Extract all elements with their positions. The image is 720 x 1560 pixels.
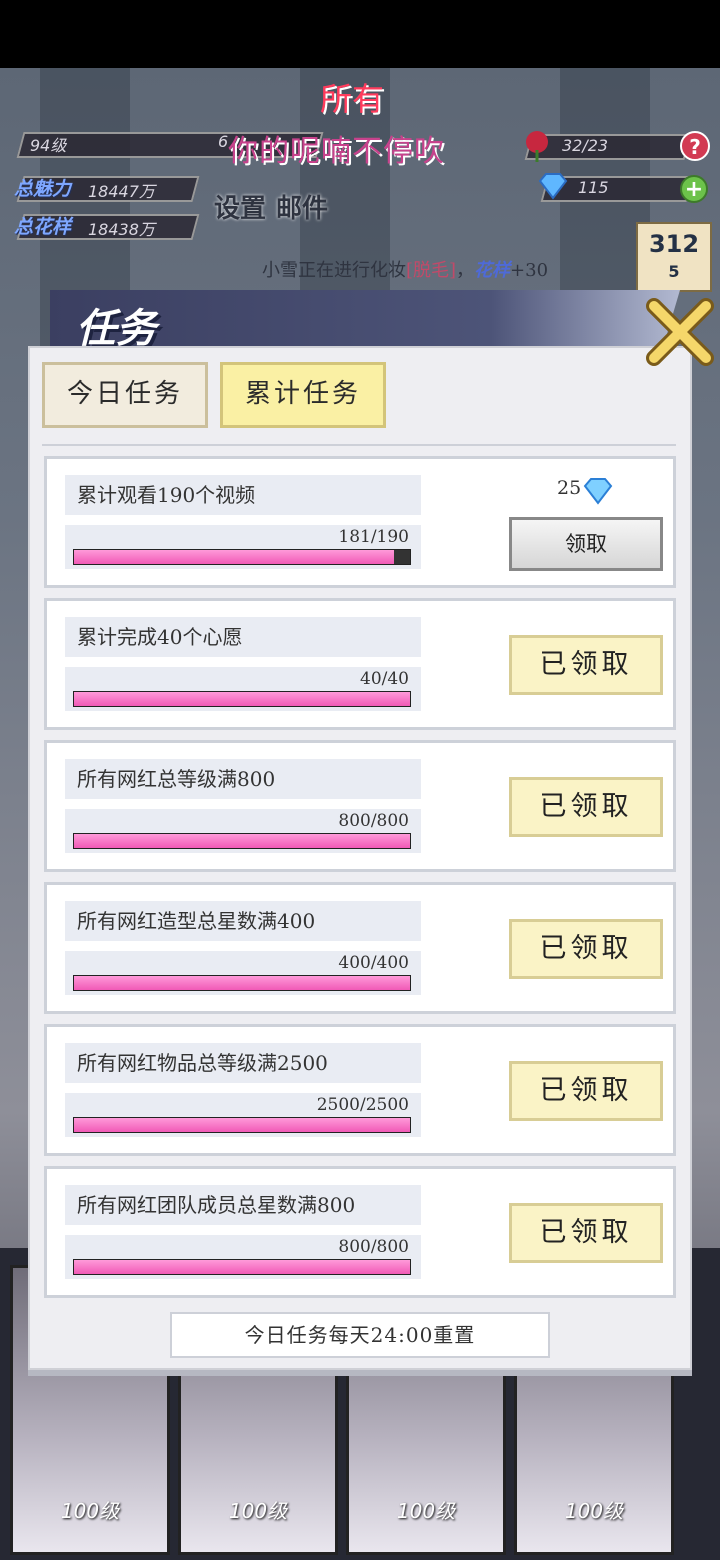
help-button[interactable]: ?	[680, 131, 710, 161]
progress-bar	[73, 691, 411, 707]
pattern-label: 总花样	[14, 216, 72, 238]
task-progress: 400/400	[65, 951, 421, 995]
news-stat-value: +30	[510, 260, 549, 281]
progress-fill	[74, 692, 410, 706]
task-row: 所有网红物品总等级满2500 2500/2500 已领取	[44, 1024, 676, 1156]
pattern-value: 18438万	[88, 220, 155, 239]
status-bar	[0, 0, 720, 68]
reset-note: 今日任务每天24:00重置	[170, 1312, 550, 1358]
news-stat-label: 花样	[474, 260, 511, 281]
close-icon[interactable]	[644, 296, 716, 368]
task-row: 累计观看190个视频 181/190 25 领取	[44, 456, 676, 588]
marquee-line-1: 所有	[320, 80, 385, 118]
task-progress: 800/800	[65, 1235, 421, 1279]
claimed-button[interactable]: 已领取	[509, 635, 663, 695]
progress-bar	[73, 1259, 411, 1275]
progress-bar	[73, 549, 411, 565]
task-row: 所有网红总等级满800 800/800 已领取	[44, 740, 676, 872]
task-progress: 2500/2500	[65, 1093, 421, 1137]
progress-fill	[74, 1260, 410, 1274]
progress-bar	[73, 975, 411, 991]
task-name: 所有网红物品总等级满2500	[65, 1043, 421, 1083]
claimed-button[interactable]: 已领取	[509, 1203, 663, 1263]
marquee-line-2: 你的呢喃不停吹	[228, 134, 445, 169]
progress-fill	[74, 550, 395, 564]
reward-amount: 25	[557, 477, 582, 499]
task-name: 累计完成40个心愿	[65, 617, 421, 657]
task-progress: 40/40	[65, 667, 421, 711]
rose-icon	[526, 131, 548, 162]
divider	[42, 444, 676, 446]
progress-text: 2500/2500	[316, 1095, 409, 1115]
tab-daily-tasks[interactable]: 今日任务	[42, 362, 208, 428]
progress-fill	[74, 834, 410, 848]
news-ticker: 小雪正在进行化妆[脱毛]，花样+30	[262, 260, 549, 281]
task-progress: 181/190	[65, 525, 421, 569]
character-level: 100级	[228, 1499, 288, 1523]
progress-text: 800/800	[338, 1237, 409, 1257]
exp-text: 6	[218, 132, 229, 151]
task-name: 所有网红总等级满800	[65, 759, 421, 799]
task-row: 累计完成40个心愿 40/40 已领取	[44, 598, 676, 730]
diamond-icon	[538, 173, 568, 200]
claimed-button[interactable]: 已领取	[509, 777, 663, 837]
character-level: 100级	[60, 1499, 120, 1523]
progress-text: 181/190	[338, 527, 409, 547]
gem-count: 115	[578, 178, 609, 197]
task-row: 所有网红造型总星数满400 400/400 已领取	[44, 882, 676, 1014]
tab-cumulative-tasks[interactable]: 累计任务	[220, 362, 386, 428]
task-name: 累计观看190个视频	[65, 475, 421, 515]
rose-count: 32/23	[562, 136, 609, 155]
diamond-icon	[583, 478, 613, 505]
character-level: 100级	[564, 1499, 624, 1523]
task-row: 所有网红团队成员总星数满800 800/800 已领取	[44, 1166, 676, 1298]
claim-button[interactable]: 领取	[509, 517, 663, 571]
task-name: 所有网红造型总星数满400	[65, 901, 421, 941]
progress-bar	[73, 833, 411, 849]
podium-icon: 312	[648, 230, 700, 258]
progress-bar	[73, 1117, 411, 1133]
claimed-button[interactable]: 已领取	[509, 1061, 663, 1121]
task-reward: 25	[557, 477, 613, 505]
charm-label: 总魅力	[14, 178, 72, 200]
task-progress: 800/800	[65, 809, 421, 853]
claimed-button[interactable]: 已领取	[509, 919, 663, 979]
character-level: 100级	[396, 1499, 456, 1523]
ranking-button[interactable]: 312 5	[636, 222, 712, 292]
progress-text: 40/40	[360, 669, 409, 689]
charm-value: 18447万	[88, 182, 155, 201]
mail-button[interactable]: 邮件	[276, 188, 328, 225]
progress-text: 400/400	[338, 953, 409, 973]
progress-fill	[74, 1118, 410, 1132]
news-prefix: 小雪正在进行化妆	[262, 260, 406, 281]
rank-value: 5	[668, 262, 680, 281]
progress-text: 800/800	[338, 811, 409, 831]
progress-fill	[74, 976, 410, 990]
task-name: 所有网红团队成员总星数满800	[65, 1185, 421, 1225]
add-gems-button[interactable]: +	[680, 175, 708, 203]
settings-button[interactable]: 设置	[214, 188, 266, 225]
news-item: [脱毛]	[406, 260, 457, 281]
level-text: 94级	[30, 136, 67, 155]
